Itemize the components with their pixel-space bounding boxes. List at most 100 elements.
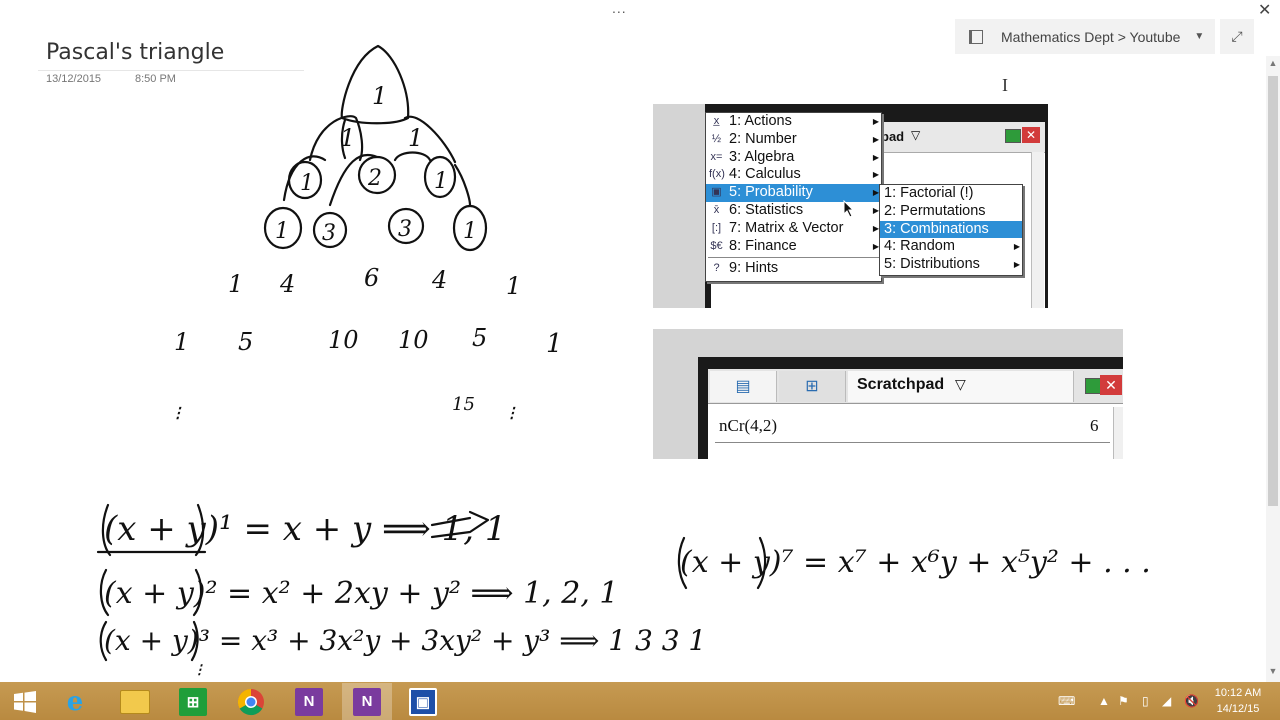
submenu-item-random: 4: Random ▶ <box>880 238 1022 256</box>
close-icon: ✕ <box>1022 127 1040 143</box>
calculator-menu-screenshot: pad ▽ ✕ x̲ 1: Actions ▶ ½ 2: Number ▶ x= 3: A… <box>653 104 1048 308</box>
ink-row2-right: 1 <box>408 124 423 152</box>
network-icon[interactable]: ◢ <box>1162 694 1171 708</box>
battery-icon <box>1005 129 1021 143</box>
menu-item-actions: x̲ 1: Actions ▶ <box>706 113 881 131</box>
menu-item-label: 5: Probability <box>729 184 813 201</box>
calculator-main-menu: x̲ 1: Actions ▶ ½ 2: Number ▶ x= 3: Algebra ▶ … <box>705 112 882 282</box>
menu-item-label: 3: Algebra <box>729 148 795 165</box>
submenu-item-label: 5: Distributions <box>884 256 980 273</box>
ink-row1: 1 <box>372 82 387 110</box>
menu-item-matrix-vector: [:] 7: Matrix & Vector ▶ <box>706 220 881 238</box>
taskbar-file-explorer[interactable] <box>110 683 160 720</box>
onenote-icon: N <box>353 687 381 716</box>
clock-date[interactable]: 14/12/15 <box>1212 703 1264 715</box>
ink-eq1: (x + y)¹ = x + y ⟹ 1, 1 <box>104 509 506 549</box>
menu-item-label: 4: Calculus <box>729 166 801 183</box>
number-icon: ½ <box>711 132 722 145</box>
menu-item-label: 6: Statistics <box>729 201 804 218</box>
internet-explorer-icon: e <box>66 686 84 717</box>
menu-item-finance: $€ 8: Finance ▶ <box>706 238 881 256</box>
ink-row5-4: 4 <box>431 266 447 294</box>
action-center-flag-icon[interactable]: ⚑ <box>1118 694 1129 708</box>
algebra-icon: x= <box>710 150 723 163</box>
help-icon: ? <box>713 262 720 275</box>
battery-icon <box>1085 378 1101 394</box>
ink-row3-mid: 2 <box>367 166 382 191</box>
taskbar-send-to-onenote[interactable]: N <box>284 683 334 720</box>
ink-row5-1: 1 <box>228 270 243 298</box>
ink-row2-left: 1 <box>340 124 355 152</box>
menu-item-algebra: x= 3: Algebra ▶ <box>706 149 881 167</box>
chevron-down-icon: ▽ <box>911 128 921 142</box>
ink-eq3: (x + y)³ = x³ + 3x²y + 3xy² + y³ ⟹ 1 3 3… <box>104 624 706 657</box>
documents-tab-icon: ▤ <box>710 371 777 402</box>
taskbar-chrome[interactable] <box>226 683 276 720</box>
taskbar-screen-recorder[interactable]: ▣ <box>398 683 448 720</box>
ink-row3-right: 1 <box>434 169 448 194</box>
scratchpad-screenshot: ▤ ⊞ Scratchpad ▽ ✕ nCr(4,2) 6 <box>653 329 1123 459</box>
chrome-icon <box>237 688 264 715</box>
ink-row6-2: 5 <box>238 328 253 356</box>
ink-row6-3: 10 <box>328 326 359 354</box>
submenu-item-permutations: 2: Permutations <box>884 202 986 219</box>
probability-submenu: 1: Factorial (!) 2: Permutations 3: Comb… <box>879 184 1023 276</box>
ink-row7-dots-right: ⁝ <box>508 401 516 425</box>
volume-muted-icon[interactable]: 🔇 <box>1184 694 1199 708</box>
ink-row6-6: 1 <box>546 329 563 359</box>
ink-eq2: (x + y)² = x² + 2xy + y² ⟹ 1, 2, 1 <box>104 576 619 611</box>
statistics-icon: x̄ <box>713 203 720 216</box>
screen-capture-icon: ▣ <box>409 687 437 716</box>
show-hidden-icons-icon[interactable]: ▲ <box>1098 694 1110 708</box>
calculator-tab-title: pad <box>881 129 905 144</box>
keyboard-icon[interactable]: ⌨ <box>1058 694 1075 708</box>
scratchpad-tab-label: Scratchpad <box>857 376 945 393</box>
submenu-item-factorial: 1: Factorial (!) <box>884 185 974 201</box>
ink-row7-15: 15 <box>452 394 475 415</box>
actions-icon: x̲ <box>713 115 720 127</box>
taskbar-internet-explorer[interactable]: e <box>50 683 100 720</box>
menu-item-label: 9: Hints <box>729 260 779 277</box>
store-icon: ⊞ <box>179 687 207 716</box>
ink-row7-dots-left: ⁝ <box>174 401 182 425</box>
menu-item-label: 2: Number <box>729 130 797 147</box>
ink-row6-5: 5 <box>472 324 487 352</box>
battery-icon[interactable]: ▯ <box>1142 694 1149 708</box>
folder-icon <box>120 689 150 714</box>
clock-time[interactable]: 10:12 AM <box>1212 687 1264 699</box>
scratchpad-result: 6 <box>1090 416 1099 435</box>
calculus-icon: f(x) <box>709 168 725 181</box>
submenu-arrow-icon: ▶ <box>1013 260 1020 270</box>
scratchpad-scrollbar <box>1113 407 1123 459</box>
matrix-icon: [:] <box>711 221 722 234</box>
ink-row6-1: 1 <box>174 328 189 356</box>
submenu-item-combinations: 3: Combinations <box>880 220 1022 239</box>
taskbar-onenote[interactable]: N <box>342 683 392 720</box>
graph-tab-icon: ⊞ <box>779 371 846 402</box>
close-icon: ✕ <box>1100 375 1122 395</box>
onenote-clip-icon: N <box>295 687 323 716</box>
calculator-scrollbar <box>1031 152 1044 308</box>
menu-item-label: 7: Matrix & Vector <box>729 219 844 236</box>
ink-row3-left: 1 <box>300 171 314 196</box>
windows-logo-icon <box>14 690 36 713</box>
ink-row5-5: 1 <box>506 272 521 300</box>
ink-row4-3: 3 <box>398 217 412 242</box>
menu-item-calculus: f(x) 4: Calculus ▶ <box>706 166 881 184</box>
submenu-item-distributions: 5: Distributions ▶ <box>880 256 1022 274</box>
ink-eq7: (x + y)⁷ = x⁷ + x⁶y + x⁵y² + . . . <box>680 545 1151 580</box>
finance-icon: $€ <box>710 239 723 252</box>
ink-row4-4: 1 <box>463 219 477 244</box>
ink-row5-2: 4 <box>279 270 295 298</box>
menu-item-number: ½ 2: Number ▶ <box>706 131 881 149</box>
submenu-arrow-icon: ▶ <box>872 134 879 144</box>
ink-row4-1: 1 <box>275 219 289 244</box>
submenu-arrow-icon: ▶ <box>872 170 879 180</box>
ink-row4-2: 3 <box>322 221 336 246</box>
submenu-item-label: 4: Random <box>884 238 955 255</box>
mouse-pointer-icon <box>843 200 855 218</box>
submenu-arrow-icon: ▶ <box>872 152 879 162</box>
start-button[interactable] <box>0 683 50 720</box>
taskbar-store[interactable]: ⊞ <box>168 683 218 720</box>
ink-row6-4: 10 <box>398 326 429 354</box>
